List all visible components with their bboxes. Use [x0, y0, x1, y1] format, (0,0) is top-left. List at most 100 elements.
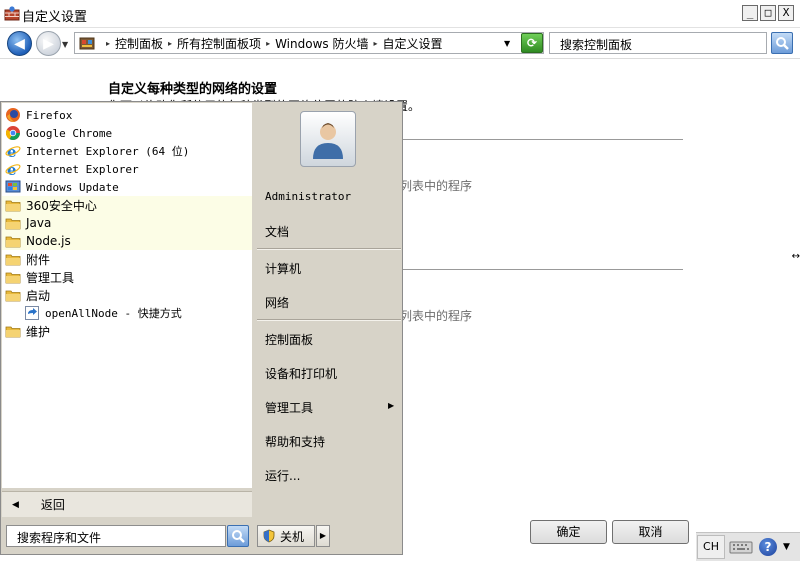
keyboard-icon[interactable] [729, 539, 753, 555]
breadcrumb-all-items[interactable]: 所有控制面板项 [177, 35, 261, 52]
refresh-button[interactable]: ⟳ [521, 33, 543, 53]
program-label: Java [26, 216, 52, 230]
program-label: Node.js [26, 234, 71, 248]
folder-icon [5, 197, 21, 213]
recent-pages-dropdown[interactable]: ▼ [62, 40, 68, 49]
devices-printers-link[interactable]: 设备和打印机 [265, 365, 337, 382]
language-bar: CH ? ▼ [696, 532, 800, 561]
back-label: 返回 [40, 498, 65, 512]
title-bar: 自定义设置 _ □ X [0, 0, 800, 28]
crumb-separator-icon[interactable]: ▸ [168, 39, 172, 48]
help-support-link[interactable]: 帮助和支持 [265, 433, 325, 450]
window-title: 自定义设置 [22, 10, 88, 25]
resize-handle-icon[interactable]: ↔ [792, 251, 800, 262]
start-menu-right-pane: Administrator 文档 计算机 网络 控制面板 设备和打印机 管理工具… [253, 102, 402, 517]
program-item[interactable]: e Internet Explorer (64 位) [2, 142, 252, 161]
submenu-arrow-icon: ▶ [388, 401, 395, 410]
start-menu: Firefox Google Chrome e Internet Explorer (… [0, 101, 403, 555]
breadcrumb-firewall[interactable]: Windows 防火墙 [275, 35, 368, 52]
ie-icon: e [5, 161, 21, 179]
breadcrumb-control-panel[interactable]: 控制面板 [115, 35, 163, 52]
run-link[interactable]: 运行... [265, 467, 300, 484]
program-item[interactable]: openAllNode - 快捷方式 [2, 304, 252, 322]
shutdown-button[interactable]: 关机 [257, 525, 315, 547]
search-icon [232, 530, 245, 543]
chrome-icon [5, 125, 21, 141]
program-item[interactable]: 启动 [2, 286, 252, 304]
control-panel-icon [79, 37, 95, 50]
folder-icon [5, 215, 21, 231]
folder-icon [5, 323, 21, 339]
close-button[interactable]: X [778, 5, 794, 21]
program-item[interactable]: 360安全中心 [2, 196, 252, 214]
program-item[interactable]: 附件 [2, 250, 252, 268]
menu-divider [257, 319, 401, 321]
firefox-icon [5, 107, 21, 123]
section-divider [400, 269, 683, 270]
address-dropdown-icon[interactable]: ▼ [504, 39, 510, 48]
folder-icon [5, 269, 21, 285]
back-arrow-icon: ◀ [12, 499, 19, 510]
help-icon[interactable]: ? [759, 538, 777, 556]
forward-button[interactable]: ▶ [36, 31, 61, 56]
start-search-button[interactable] [227, 525, 249, 547]
menu-divider [257, 248, 401, 250]
program-label: 360安全中心 [26, 198, 97, 213]
back-arrow-icon: ◀ [14, 35, 25, 52]
user-name-link[interactable]: Administrator [265, 190, 351, 203]
input-language-button[interactable]: CH [697, 535, 725, 559]
folder-icon [5, 287, 21, 303]
program-item[interactable]: Google Chrome [2, 124, 252, 142]
user-icon [313, 123, 343, 159]
documents-link[interactable]: 文档 [265, 223, 289, 240]
program-item[interactable]: e Internet Explorer [2, 160, 252, 179]
crumb-separator-icon[interactable]: ▸ [266, 39, 270, 48]
network-link[interactable]: 网络 [265, 294, 289, 311]
forward-arrow-icon: ▶ [43, 35, 54, 52]
maximize-button[interactable]: □ [760, 5, 776, 21]
program-label: 维护 [26, 324, 51, 339]
folder-icon [5, 251, 21, 267]
home-network-program-list-note: 列表中的程序 [400, 179, 473, 193]
all-programs-list: Firefox Google Chrome e Internet Explorer (… [2, 103, 252, 488]
program-label: Internet Explorer [26, 162, 139, 176]
program-item[interactable]: Node.js [2, 232, 252, 250]
section-divider [400, 139, 683, 140]
program-label: Firefox [26, 108, 73, 122]
user-avatar[interactable] [300, 111, 356, 167]
address-bar[interactable]: ▸ 控制面板 ▸ 所有控制面板项 ▸ Windows 防火墙 ▸ 自定义设置 [74, 32, 544, 54]
start-search-input[interactable]: 搜索程序和文件 [6, 525, 226, 547]
program-item[interactable]: 维护 [2, 322, 252, 340]
folder-icon [5, 233, 21, 249]
program-label: Internet Explorer (64 位) [26, 145, 190, 158]
control-panel-search-input[interactable]: 搜索控制面板 [549, 32, 767, 54]
ok-button[interactable]: 确定 [530, 520, 607, 544]
computer-link[interactable]: 计算机 [265, 260, 301, 277]
back-button[interactable]: ◀ [7, 31, 32, 56]
options-dropdown-icon[interactable]: ▼ [783, 542, 790, 552]
program-label: Windows Update [26, 180, 119, 194]
shutdown-options-button[interactable]: ▶ [316, 525, 330, 547]
program-label: Google Chrome [26, 126, 113, 140]
crumb-separator-icon: ▸ [106, 38, 111, 48]
back-button[interactable]: ◀ 返回 [2, 491, 252, 517]
public-network-program-list-note: 列表中的程序 [400, 309, 473, 323]
window-controls: _ □ X [742, 5, 794, 21]
program-item[interactable]: Firefox [2, 106, 252, 124]
program-label: 管理工具 [26, 270, 75, 285]
program-item[interactable]: 管理工具 [2, 268, 252, 286]
program-label: openAllNode - 快捷方式 [45, 307, 182, 320]
cancel-button[interactable]: 取消 [612, 520, 689, 544]
admin-tools-link[interactable]: 管理工具 [265, 399, 313, 416]
program-item[interactable]: Windows Update [2, 178, 252, 196]
minimize-button[interactable]: _ [742, 5, 758, 21]
control-panel-link[interactable]: 控制面板 [265, 331, 313, 348]
control-panel-search-button[interactable] [771, 32, 793, 54]
refresh-icon: ⟳ [526, 36, 538, 50]
program-item[interactable]: Java [2, 214, 252, 232]
breadcrumb-custom-settings[interactable]: 自定义设置 [382, 35, 442, 52]
program-label: 启动 [26, 288, 51, 303]
crumb-separator-icon[interactable]: ▸ [373, 39, 377, 48]
shortcut-icon [24, 305, 40, 321]
uac-shield-icon [263, 529, 275, 543]
